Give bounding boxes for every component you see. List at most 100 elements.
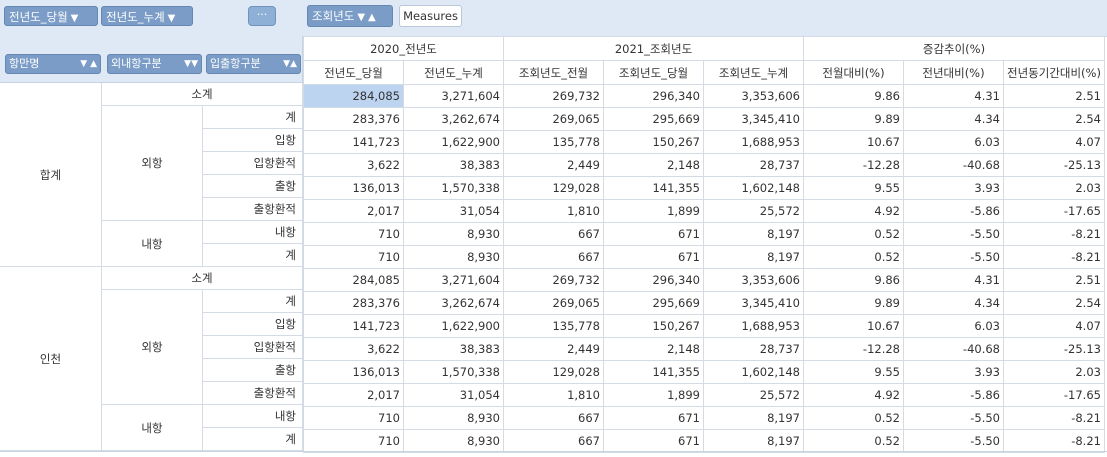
data-cell[interactable]: 0.52: [803, 429, 904, 453]
data-cell[interactable]: 31,054: [403, 383, 504, 407]
data-cell[interactable]: 1,688,953: [703, 314, 804, 338]
data-cell[interactable]: 2.51: [1003, 268, 1105, 292]
data-cell[interactable]: 141,355: [603, 360, 704, 384]
data-cell[interactable]: 136,013: [303, 360, 404, 384]
data-cell[interactable]: -8.21: [1003, 222, 1105, 246]
more-button[interactable]: ···: [248, 6, 276, 26]
row-item-label[interactable]: 입항환적: [203, 336, 303, 359]
filter-sort-icon[interactable]: ▼▲: [283, 55, 297, 73]
row-item-label[interactable]: 출항: [203, 359, 303, 382]
filter-chip-prev-month[interactable]: 전년도_당월 ▼: [4, 6, 98, 26]
data-cell[interactable]: 671: [603, 429, 704, 453]
data-cell[interactable]: 4.31: [903, 268, 1004, 292]
data-cell[interactable]: 25,572: [703, 383, 804, 407]
data-cell[interactable]: 2,017: [303, 199, 404, 223]
column-header[interactable]: 전월대비(%): [803, 60, 904, 85]
subtotal-label[interactable]: 소계: [102, 83, 303, 106]
row-item-label[interactable]: 계: [203, 244, 303, 267]
filter-icon[interactable]: ▼: [357, 8, 365, 26]
data-cell[interactable]: 0.52: [803, 245, 904, 269]
data-cell[interactable]: -5.50: [903, 429, 1004, 453]
filter-sort-icon[interactable]: ▼▼: [184, 55, 198, 73]
port-label[interactable]: 합계: [0, 83, 102, 267]
data-cell[interactable]: 269,732: [503, 268, 604, 292]
data-cell[interactable]: 135,778: [503, 130, 604, 154]
row-item-label[interactable]: 입항환적: [203, 152, 303, 175]
data-cell[interactable]: 3,353,606: [703, 84, 804, 108]
foreign-label[interactable]: 외항: [102, 106, 203, 221]
data-cell[interactable]: 141,723: [303, 314, 404, 338]
row-item-label[interactable]: 입항: [203, 129, 303, 152]
data-cell[interactable]: 4.07: [1003, 314, 1105, 338]
data-cell[interactable]: 3,271,604: [403, 268, 504, 292]
domestic-label[interactable]: 내항: [102, 405, 203, 451]
filter-icon[interactable]: ▼: [71, 9, 79, 25]
data-cell[interactable]: 135,778: [503, 314, 604, 338]
data-cell[interactable]: 2,148: [603, 337, 704, 361]
data-cell[interactable]: -5.50: [903, 245, 1004, 269]
column-header[interactable]: 조회년도_누계: [703, 60, 804, 85]
data-cell[interactable]: 9.89: [803, 107, 904, 131]
data-cell[interactable]: 671: [603, 222, 704, 246]
column-header[interactable]: 전년대비(%): [903, 60, 1004, 85]
row-item-label[interactable]: 계: [203, 428, 303, 451]
data-cell[interactable]: 3,262,674: [403, 291, 504, 315]
data-cell[interactable]: 9.86: [803, 84, 904, 108]
row-item-label[interactable]: 내항: [203, 221, 303, 244]
data-cell[interactable]: 4.31: [903, 84, 1004, 108]
row-item-label[interactable]: 출항환적: [203, 382, 303, 405]
data-cell[interactable]: 667: [503, 429, 604, 453]
column-header[interactable]: 전년도_누계: [403, 60, 504, 85]
row-field-in-out[interactable]: 입출항구분 ▼▲: [206, 54, 301, 74]
row-item-label[interactable]: 내항: [203, 405, 303, 428]
data-cell[interactable]: 295,669: [603, 291, 704, 315]
data-cell[interactable]: 2.54: [1003, 107, 1105, 131]
column-header[interactable]: 조회년도_당월: [603, 60, 704, 85]
data-cell[interactable]: 8,197: [703, 429, 804, 453]
data-cell[interactable]: 9.55: [803, 360, 904, 384]
data-cell[interactable]: -5.50: [903, 406, 1004, 430]
measures-field[interactable]: Measures: [399, 5, 462, 27]
data-cell[interactable]: 295,669: [603, 107, 704, 131]
row-field-port[interactable]: 항만명 ▼ ▲: [5, 54, 101, 74]
data-cell[interactable]: 25,572: [703, 199, 804, 223]
data-cell[interactable]: 710: [303, 429, 404, 453]
data-cell[interactable]: 3,345,410: [703, 291, 804, 315]
data-cell[interactable]: 150,267: [603, 130, 704, 154]
data-cell[interactable]: 1,810: [503, 199, 604, 223]
data-cell[interactable]: 150,267: [603, 314, 704, 338]
data-cell[interactable]: -25.13: [1003, 153, 1105, 177]
data-cell[interactable]: 0.52: [803, 406, 904, 430]
data-cell[interactable]: 269,732: [503, 84, 604, 108]
data-cell[interactable]: 8,197: [703, 406, 804, 430]
data-cell[interactable]: 8,930: [403, 222, 504, 246]
data-cell[interactable]: 671: [603, 406, 704, 430]
data-cell[interactable]: 136,013: [303, 176, 404, 200]
data-cell[interactable]: -40.68: [903, 337, 1004, 361]
data-cell[interactable]: 284,085: [303, 84, 404, 108]
data-cell[interactable]: 31,054: [403, 199, 504, 223]
data-cell[interactable]: 1,622,900: [403, 130, 504, 154]
data-cell[interactable]: 4.92: [803, 383, 904, 407]
data-cell[interactable]: 4.92: [803, 199, 904, 223]
data-cell[interactable]: 3,622: [303, 153, 404, 177]
data-cell[interactable]: 10.67: [803, 130, 904, 154]
data-cell[interactable]: -8.21: [1003, 429, 1105, 453]
port-label[interactable]: 인천: [0, 267, 102, 451]
row-item-label[interactable]: 출항: [203, 175, 303, 198]
data-cell[interactable]: 28,737: [703, 153, 804, 177]
data-cell[interactable]: 671: [603, 245, 704, 269]
data-cell[interactable]: 0.52: [803, 222, 904, 246]
data-cell[interactable]: 3,271,604: [403, 84, 504, 108]
data-cell[interactable]: 8,930: [403, 429, 504, 453]
data-cell[interactable]: 9.55: [803, 176, 904, 200]
sort-up-icon[interactable]: ▲: [368, 8, 376, 26]
data-cell[interactable]: 4.34: [903, 291, 1004, 315]
data-cell[interactable]: 667: [503, 406, 604, 430]
data-cell[interactable]: -5.86: [903, 383, 1004, 407]
data-cell[interactable]: 9.86: [803, 268, 904, 292]
data-cell[interactable]: 1,602,148: [703, 360, 804, 384]
domestic-label[interactable]: 내항: [102, 221, 203, 267]
data-cell[interactable]: 2,148: [603, 153, 704, 177]
data-cell[interactable]: 3,353,606: [703, 268, 804, 292]
